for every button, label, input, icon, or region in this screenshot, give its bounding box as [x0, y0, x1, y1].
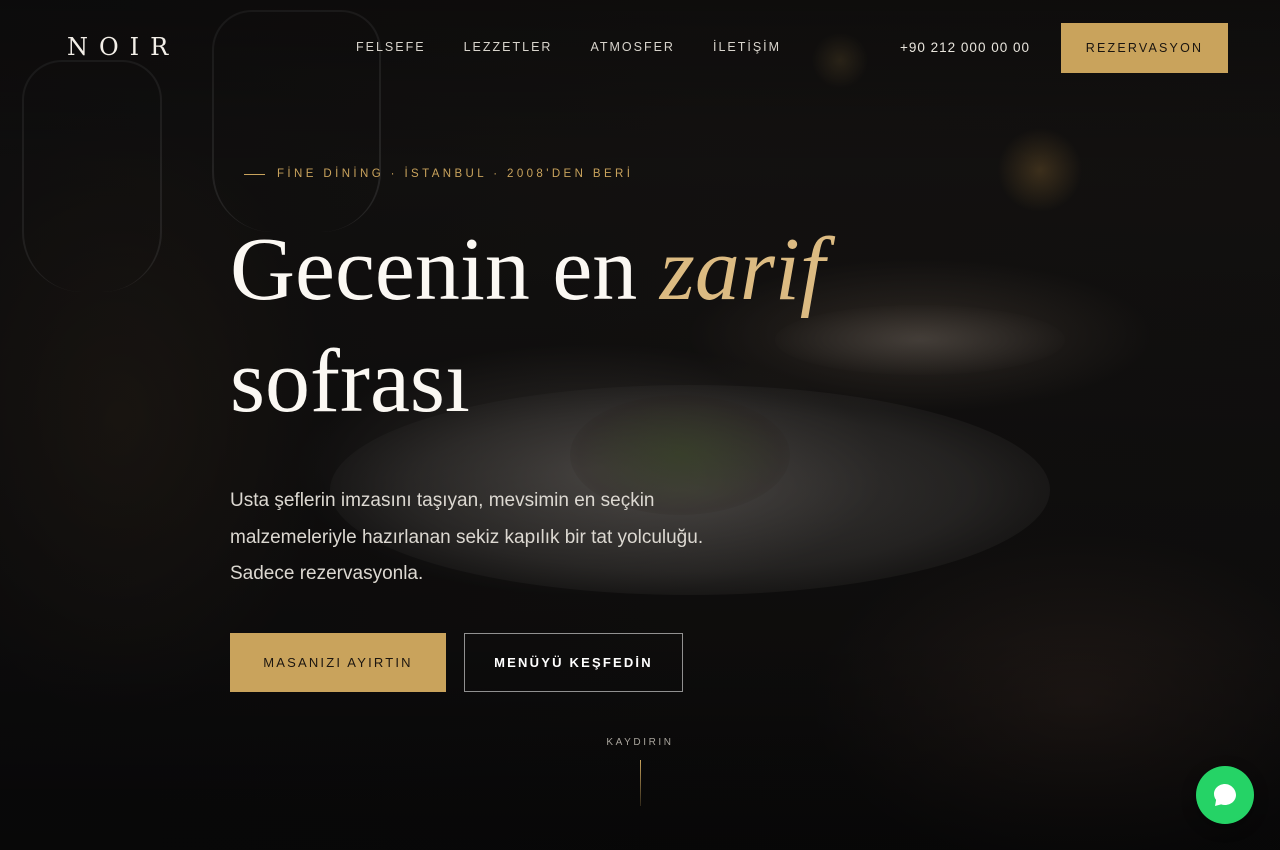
nav-item-lezzetler[interactable]: LEZZETLER	[464, 40, 553, 54]
scroll-line	[639, 760, 641, 806]
chat-bubble-icon	[1214, 784, 1236, 806]
scroll-label: KAYDIRIN	[606, 737, 674, 748]
nav-item-felsefe[interactable]: FELSEFE	[356, 40, 426, 54]
nav-item-iletisim[interactable]: İLETİŞİM	[713, 40, 781, 54]
phone-link[interactable]: +90 212 000 00 00	[900, 40, 1030, 55]
hero-title: Gecenin en zarif sofrası	[230, 214, 1050, 438]
chat-button[interactable]	[1196, 766, 1254, 824]
brand-logo[interactable]: NOIR	[67, 33, 179, 61]
hero-title-part1: Gecenin en	[230, 220, 660, 319]
hero-title-highlight: zarif	[659, 220, 825, 319]
eyebrow-text: FİNE DİNİNG · İSTANBUL · 2008'DEN BERİ	[277, 168, 634, 180]
main-nav: FELSEFE LEZZETLER ATMOSFER İLETİŞİM	[356, 40, 781, 54]
reservation-button[interactable]: REZERVASYON	[1061, 23, 1228, 73]
eyebrow-line	[244, 173, 265, 175]
explore-menu-button[interactable]: MENÜYÜ KEŞFEDİN	[464, 633, 683, 692]
scroll-indicator[interactable]: KAYDIRIN	[590, 737, 690, 806]
site-header: NOIR FELSEFE LEZZETLER ATMOSFER İLETİŞİM…	[0, 0, 1280, 95]
nav-item-atmosfer[interactable]: ATMOSFER	[590, 40, 675, 54]
hero-title-part2: sofrası	[230, 332, 470, 431]
hero-eyebrow: FİNE DİNİNG · İSTANBUL · 2008'DEN BERİ	[244, 168, 633, 180]
hero-description: Usta şeflerin imzasını taşıyan, mevsimin…	[230, 490, 704, 584]
book-table-button[interactable]: MASANIZI AYIRTIN	[230, 633, 446, 692]
